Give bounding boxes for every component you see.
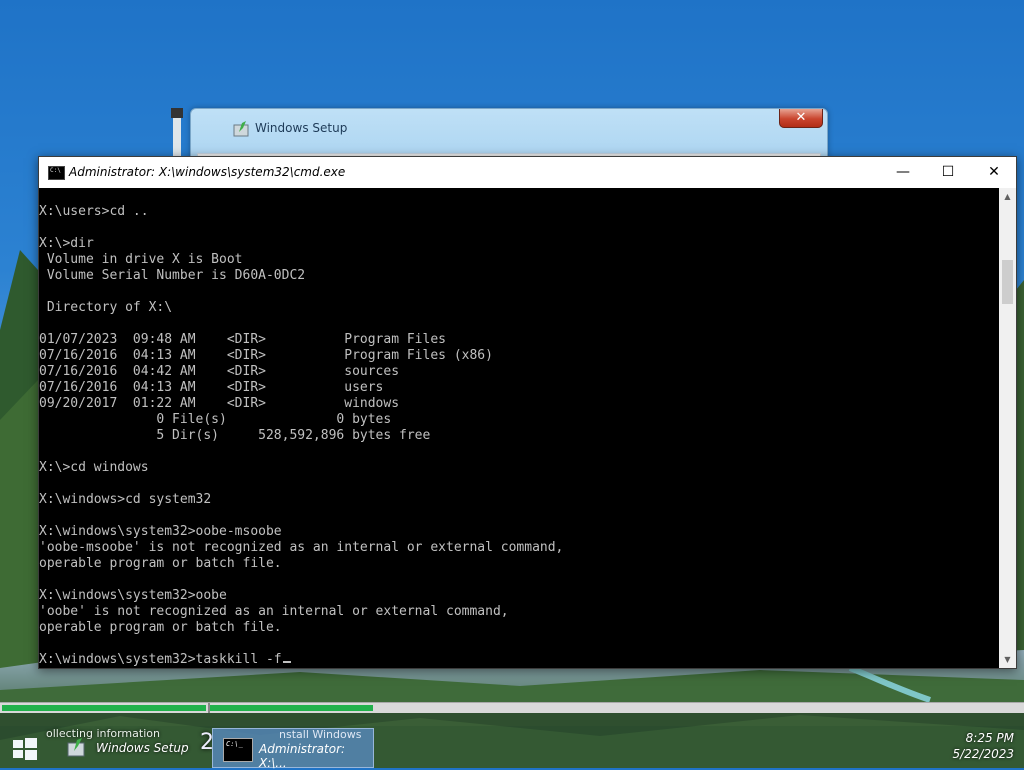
console-line: Directory of X:\ (39, 300, 173, 315)
console-prompt-text: X:\windows\system32>taskkill -f (39, 652, 282, 667)
setup-icon (233, 120, 251, 138)
console-line: X:\>dir (39, 236, 94, 251)
console-line: 5 Dir(s) 528,592,896 bytes free (39, 428, 431, 443)
console-line: 07/16/2016 04:13 AM <DIR> Program Files … (39, 348, 493, 363)
scroll-thumb[interactable] (1002, 260, 1013, 304)
console-line: Volume in drive X is Boot (39, 252, 243, 267)
console-line: X:\windows\system32>oobe (39, 588, 227, 603)
setup-window-title: Windows Setup (255, 121, 348, 135)
setup-icon (66, 736, 88, 758)
console-line: X:\windows\system32>oobe-msoobe (39, 524, 282, 539)
cmd-icon: C:\ (48, 166, 65, 180)
taskbar-cmd-label: Administrator: X:\... (259, 742, 346, 770)
cmd-window-title: Administrator: X:\windows\system32\cmd.e… (69, 165, 346, 179)
cmd-titlebar[interactable]: C:\ Administrator: X:\windows\system32\c… (39, 157, 1016, 188)
console-line: 01/07/2023 09:48 AM <DIR> Program Files (39, 332, 446, 347)
setup-side-graphic (168, 108, 186, 158)
clock-date: 5/22/2023 (952, 747, 1014, 761)
console-line: operable program or batch file. (39, 620, 282, 635)
taskbar-item-cmd[interactable]: nstall Windows C:\_ Administrator: X:\..… (212, 728, 374, 770)
scroll-down-arrow-icon[interactable]: ▼ (999, 651, 1016, 668)
taskbar-item-windows-setup[interactable]: ollecting information Windows Setup (46, 727, 205, 766)
console-prompt-line[interactable]: X:\windows\system32>taskkill -f (39, 652, 999, 668)
setup-step-install: nstall Windows (279, 728, 362, 741)
progress-fill-collecting (2, 705, 206, 711)
cmd-window[interactable]: C:\ Administrator: X:\windows\system32\c… (38, 156, 1017, 669)
cmd-console-output[interactable]: X:\users>cd .. X:\>dir Volume in drive X … (39, 188, 999, 684)
start-button[interactable] (6, 731, 42, 765)
console-line: 'oobe' is not recognized as an internal … (39, 604, 509, 619)
console-line: 09/20/2017 01:22 AM <DIR> windows (39, 396, 400, 411)
taskbar-setup-label: Windows Setup (96, 741, 189, 755)
console-line: X:\windows>cd system32 (39, 492, 212, 507)
console-line: operable program or batch file. (39, 556, 282, 571)
console-line: 07/16/2016 04:42 AM <DIR> sources (39, 364, 400, 379)
close-button[interactable]: ✕ (971, 157, 1017, 188)
setup-progress-bar (0, 702, 1024, 713)
console-line: X:\users>cd .. (39, 204, 149, 219)
setup-close-button[interactable]: ✕ (779, 109, 823, 128)
clock-time: 8:25 PM (965, 731, 1014, 745)
taskbar: ollecting information Windows Setup 2 ns… (0, 726, 1024, 770)
console-line: X:\>cd windows (39, 460, 149, 475)
console-line: 07/16/2016 04:13 AM <DIR> users (39, 380, 384, 395)
cmd-icon: C:\_ (223, 738, 253, 762)
console-line: 'oobe-msoobe' is not recognized as an in… (39, 540, 564, 555)
text-cursor (282, 661, 291, 663)
console-line: Volume Serial Number is D60A-0DC2 (39, 268, 306, 283)
console-line: 0 File(s) 0 bytes (39, 412, 392, 427)
progress-fill-installing (210, 705, 373, 711)
system-clock[interactable]: 8:25 PM 5/22/2023 (952, 730, 1014, 762)
setup-step-collecting: ollecting information (46, 727, 160, 740)
maximize-button[interactable]: ☐ (925, 157, 971, 188)
cmd-scrollbar[interactable]: ▲ ▼ (999, 188, 1016, 668)
scroll-up-arrow-icon[interactable]: ▲ (999, 188, 1016, 205)
minimize-button[interactable]: — (880, 157, 926, 188)
windows-logo-icon (13, 738, 37, 760)
